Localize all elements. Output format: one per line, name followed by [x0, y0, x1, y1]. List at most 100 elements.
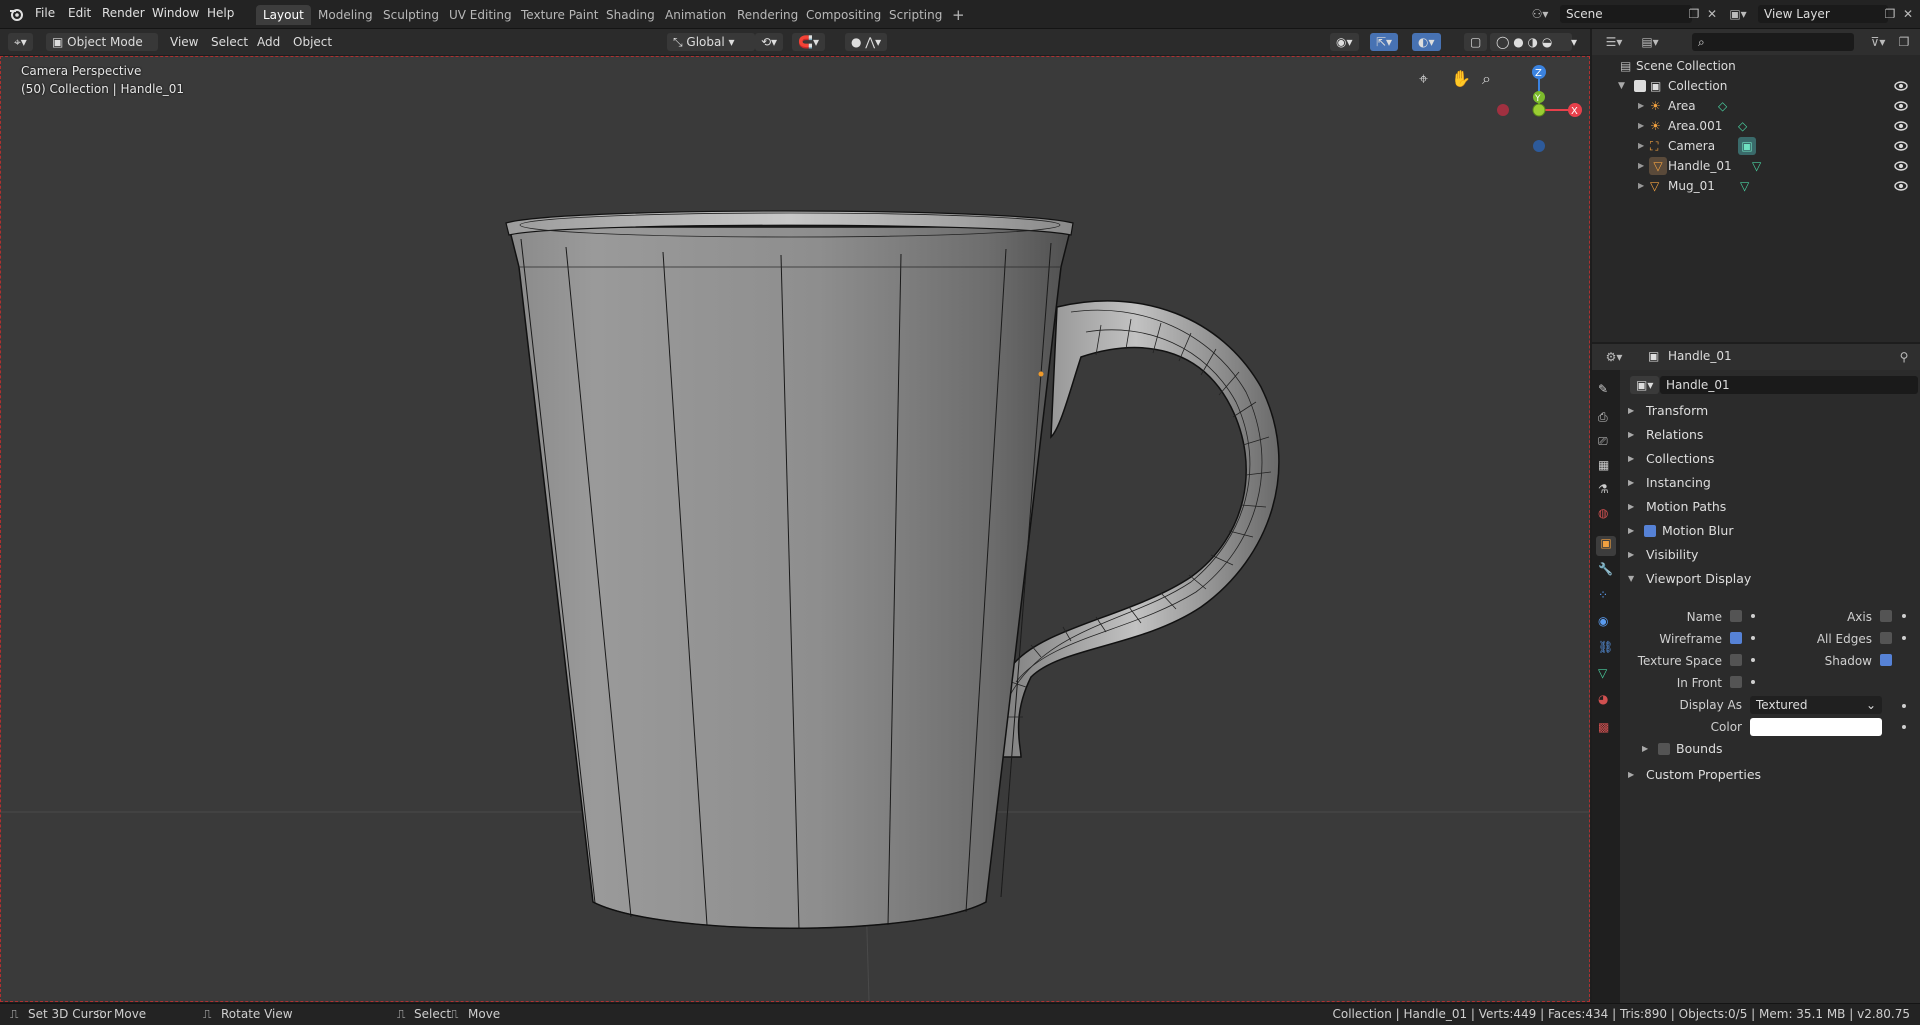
keyframe-dot[interactable] — [1751, 636, 1755, 640]
panel-collections[interactable]: ▶ Collections — [1622, 448, 1920, 470]
eye-icon[interactable] — [1894, 139, 1908, 153]
mode-select[interactable]: ▣ Object Mode ▾ — [46, 33, 158, 67]
panel-visibility[interactable]: ▶ Visibility — [1622, 544, 1920, 566]
panel-custom-properties[interactable]: ▶ Custom Properties — [1622, 764, 1920, 786]
output-tab-icon[interactable]: ⎚ — [1598, 434, 1614, 450]
outliner-editor-type-icon[interactable]: ☰▾ — [1600, 33, 1628, 51]
shadow-checkbox[interactable] — [1880, 654, 1892, 666]
expand-icon[interactable]: ▶ — [1638, 96, 1644, 116]
modifiers-tab-icon[interactable]: 🔧 — [1598, 562, 1614, 578]
filter-icon[interactable]: ⊽▾ — [1864, 33, 1892, 51]
wireframe-checkbox[interactable] — [1730, 632, 1742, 644]
panel-bounds[interactable]: ▶ Bounds — [1636, 738, 1920, 760]
viewport-menu-select[interactable]: Select — [205, 33, 254, 51]
name-checkbox[interactable] — [1730, 610, 1742, 622]
tab-layout[interactable]: Layout — [256, 5, 311, 25]
axis-checkbox[interactable] — [1880, 610, 1892, 622]
properties-editor-type-icon[interactable]: ⚙▾ — [1600, 348, 1628, 366]
pivot-point-button[interactable]: ⟲▾ — [755, 33, 784, 51]
tab-texture-paint[interactable]: Texture Paint — [514, 5, 605, 25]
tab-compositing[interactable]: Compositing — [799, 5, 888, 25]
view-layer-browse-icon[interactable]: ▣▾ — [1728, 5, 1748, 23]
expand-collection-icon[interactable]: ▼ — [1618, 76, 1625, 96]
scene-browse-icon[interactable]: ⚇▾ — [1530, 5, 1550, 23]
camera-view-icon[interactable]: ⌖ — [1419, 69, 1428, 88]
eye-icon[interactable] — [1894, 179, 1908, 193]
panel-transform[interactable]: ▶ Transform — [1622, 400, 1920, 422]
texture-space-checkbox[interactable] — [1730, 654, 1742, 666]
collection-exclude-checkbox[interactable] — [1634, 80, 1646, 92]
outliner-row-area[interactable]: ▶ ☀ Area ◇ — [1592, 96, 1920, 116]
keyframe-dot[interactable] — [1902, 725, 1906, 729]
gizmo-toggle-icon[interactable]: ⇱▾ — [1370, 33, 1399, 51]
tab-animation[interactable]: Animation — [658, 5, 733, 25]
panel-relations[interactable]: ▶ Relations — [1622, 424, 1920, 446]
eye-icon[interactable] — [1894, 99, 1908, 113]
display-as-select[interactable]: Textured ⌄ — [1750, 696, 1882, 714]
outliner-row-handle-01[interactable]: ▶ ▽ Handle_01 ▽ — [1592, 156, 1920, 176]
keyframe-dot[interactable] — [1902, 636, 1906, 640]
tab-modeling[interactable]: Modeling — [311, 5, 380, 25]
bounds-checkbox[interactable] — [1658, 743, 1670, 755]
menu-file[interactable]: File — [35, 6, 55, 20]
xray-toggle-icon[interactable]: ▢ — [1464, 33, 1488, 51]
outliner-search-input[interactable]: ⌕ — [1692, 33, 1854, 51]
view-layer-new-icon[interactable]: ❐ — [1880, 5, 1900, 23]
panel-motion-blur[interactable]: ▶ Motion Blur — [1622, 520, 1920, 542]
menu-render[interactable]: Render — [102, 6, 145, 20]
color-swatch[interactable] — [1750, 718, 1882, 736]
viewport-menu-object[interactable]: Object — [287, 33, 338, 51]
eye-icon[interactable] — [1894, 79, 1908, 93]
render-tab-icon[interactable]: ⎙ — [1598, 410, 1614, 426]
visibility-toggle-icon[interactable]: ◉▾ — [1330, 33, 1359, 51]
in-front-checkbox[interactable] — [1730, 676, 1742, 688]
expand-icon[interactable]: ▶ — [1638, 136, 1644, 156]
shading-mode-buttons[interactable]: ◯ ● ◑ ◒ — [1490, 33, 1572, 51]
panel-instancing[interactable]: ▶ Instancing — [1622, 472, 1920, 494]
keyframe-dot[interactable] — [1902, 704, 1906, 708]
scene-name-field[interactable]: Scene — [1560, 5, 1692, 23]
overlay-toggle-icon[interactable]: ◐▾ — [1412, 33, 1441, 51]
physics-tab-icon[interactable]: ◉ — [1598, 614, 1614, 630]
eye-icon[interactable] — [1894, 119, 1908, 133]
keyframe-dot[interactable] — [1751, 614, 1755, 618]
eye-icon[interactable] — [1894, 159, 1908, 173]
viewport-menu-add[interactable]: Add — [251, 33, 286, 51]
mesh-data-tab-icon[interactable]: ▽ — [1598, 666, 1614, 682]
tool-tab-icon[interactable]: ✎ — [1598, 382, 1614, 398]
mug-mesh[interactable] — [505, 210, 1074, 930]
world-tab-icon[interactable]: ◍ — [1598, 506, 1614, 522]
outliner-row-scene-collection[interactable]: ▤ Scene Collection — [1592, 56, 1920, 76]
keyframe-dot[interactable] — [1751, 680, 1755, 684]
keyframe-dot[interactable] — [1902, 614, 1906, 618]
tab-sculpting[interactable]: Sculpting — [376, 5, 446, 25]
transform-orientation-select[interactable]: ⤡ Global ▾ — [667, 33, 755, 51]
expand-icon[interactable]: ▶ — [1638, 116, 1644, 136]
3d-viewport[interactable]: Z X Y ⌖ ✋ ⌕ Camera Perspective (50) Coll… — [0, 56, 1590, 1002]
tab-rendering[interactable]: Rendering — [730, 5, 805, 25]
navigation-gizmo[interactable]: Z X Y — [1497, 65, 1582, 152]
all-edges-checkbox[interactable] — [1880, 632, 1892, 644]
motion-blur-checkbox[interactable] — [1644, 525, 1656, 537]
scene-delete-icon[interactable]: ✕ — [1702, 5, 1722, 23]
tab-scripting[interactable]: Scripting — [882, 5, 949, 25]
panel-viewport-display[interactable]: ▼ Viewport Display — [1622, 568, 1920, 590]
pan-hand-icon[interactable]: ✋ — [1451, 69, 1471, 88]
tab-uv-editing[interactable]: UV Editing — [442, 5, 519, 25]
menu-help[interactable]: Help — [207, 6, 234, 20]
outliner-row-area-001[interactable]: ▶ ☀ Area.001 ◇ — [1592, 116, 1920, 136]
constraints-tab-icon[interactable]: ⛓ — [1598, 640, 1614, 656]
new-collection-icon[interactable]: ❐ — [1894, 33, 1914, 51]
proportional-edit-icon[interactable]: ● ⋀▾ — [845, 33, 888, 51]
scene-new-icon[interactable]: ❐ — [1684, 5, 1704, 23]
zoom-icon[interactable]: ⌕ — [1482, 69, 1491, 88]
object-name-field[interactable]: Handle_01 — [1660, 376, 1918, 394]
menu-edit[interactable]: Edit — [68, 6, 91, 20]
view-layer-name-field[interactable]: View Layer — [1758, 5, 1888, 23]
shading-options-icon[interactable]: ▾ — [1565, 33, 1583, 51]
blender-logo-icon[interactable] — [8, 6, 24, 22]
outliner-row-camera[interactable]: ▶ ⛶ Camera ▣ — [1592, 136, 1920, 156]
expand-icon[interactable]: ▶ — [1638, 176, 1644, 196]
outliner-row-mug-01[interactable]: ▶ ▽ Mug_01 ▽ — [1592, 176, 1920, 196]
object-tab-icon[interactable]: ▣ — [1596, 536, 1616, 556]
